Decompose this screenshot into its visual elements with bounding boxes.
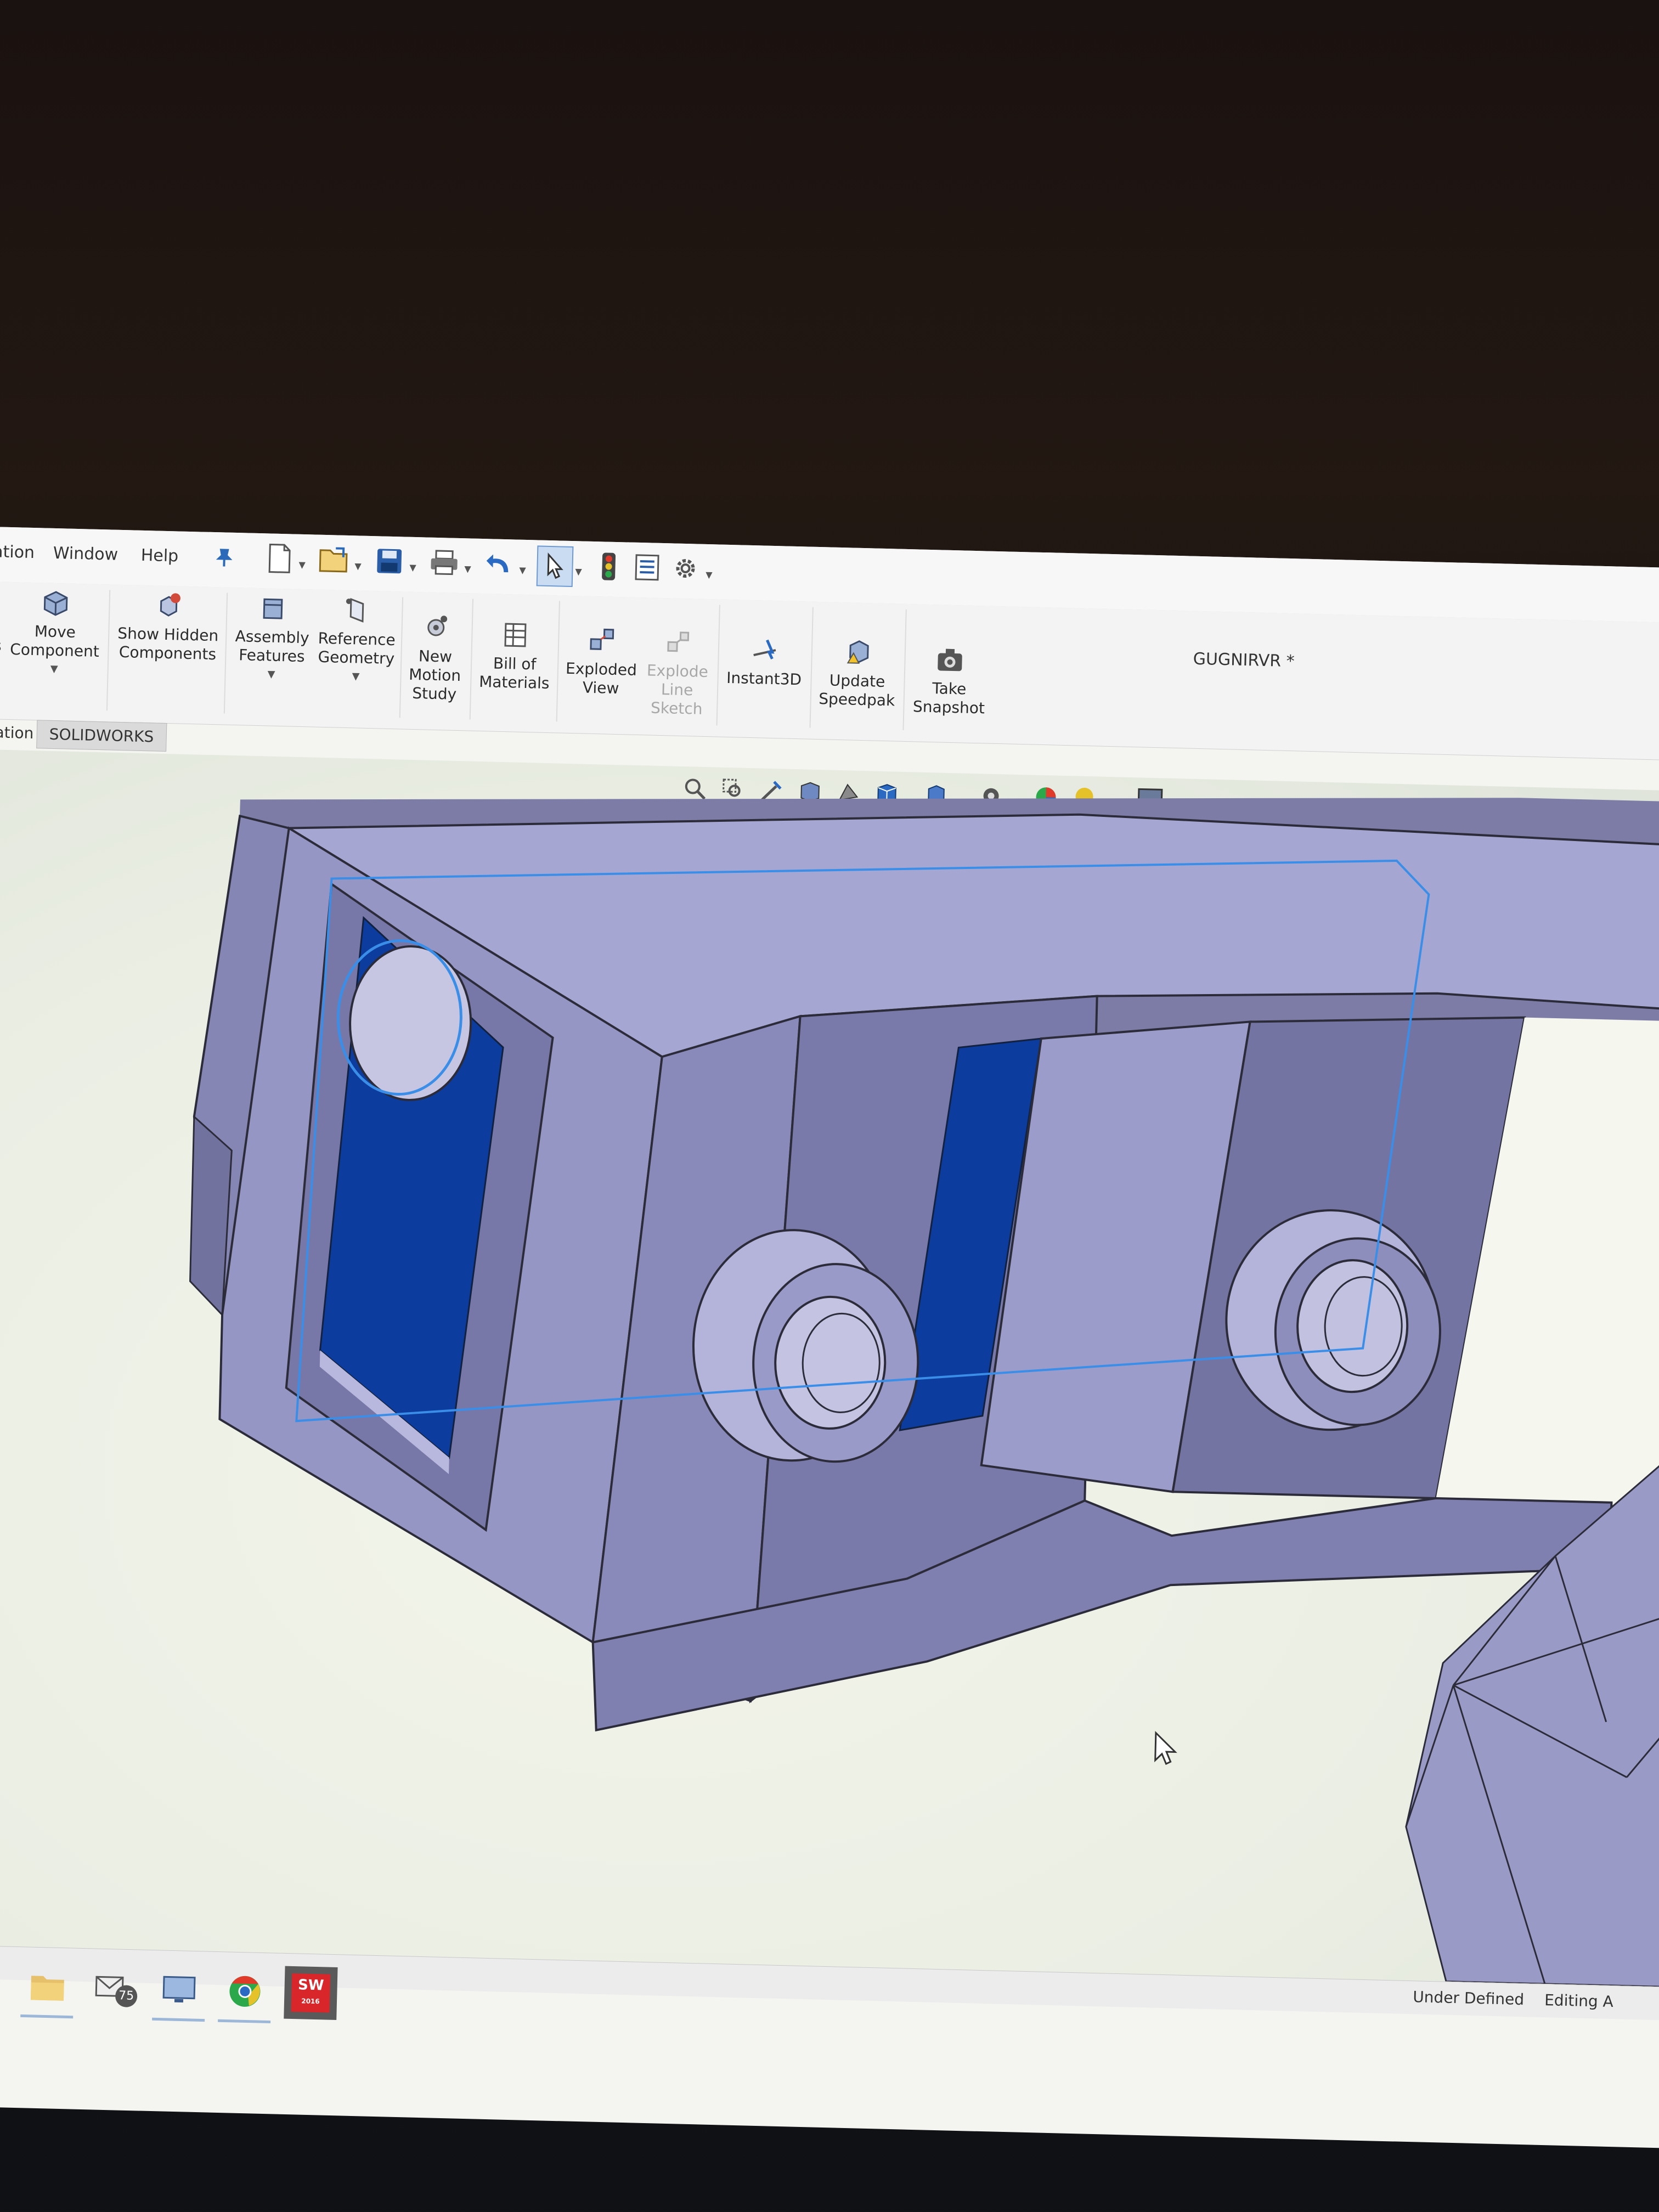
exploded-view-icon [590, 628, 614, 650]
ribbon-separator [399, 597, 404, 718]
instant3d-icon [753, 639, 776, 660]
move-component-button[interactable]: Move Component ▼ [7, 585, 103, 680]
show-hidden-components-label: Show Hidden Components [117, 624, 219, 664]
solidworks-icon[interactable]: SW 2016 [284, 1966, 338, 2020]
file-properties-icon[interactable] [630, 548, 665, 587]
move-component-label: Move Component [9, 622, 100, 661]
save-icon[interactable] [372, 541, 407, 580]
reference-geometry-icon [346, 597, 364, 623]
instant3d-button[interactable]: Instant3D [723, 633, 806, 690]
pin-icon[interactable] [213, 546, 235, 571]
monitor-screen: lation Window Help ▼ ▼ ▼ ▼ ▼ ▼ ▼ rs Move… [0, 527, 1659, 2148]
explode-line-sketch-button[interactable]: Explode Line Sketch [641, 625, 714, 719]
ribbon-button-truncated[interactable]: rs [0, 636, 3, 656]
ribbon-separator [106, 590, 111, 711]
mail-badge: 75 [115, 1985, 138, 2008]
chevron-down-icon[interactable]: ▼ [409, 562, 416, 573]
chevron-down-icon[interactable]: ▼ [519, 565, 526, 575]
ribbon-separator [556, 601, 561, 722]
bill-of-materials-button[interactable]: Bill of Materials [476, 618, 554, 693]
reference-geometry-label: Reference Geometry [318, 629, 396, 668]
exploded-view-button[interactable]: Exploded View [562, 623, 641, 698]
status-definition: Under Defined [1412, 1988, 1525, 2009]
menu-help[interactable]: Help [140, 546, 178, 566]
mail-icon[interactable]: 75 [86, 1961, 140, 2015]
bill-of-materials-label: Bill of Materials [478, 654, 550, 693]
options-gear-icon[interactable] [668, 549, 703, 588]
chevron-down-icon[interactable]: ▼ [706, 569, 713, 580]
chevron-down-icon[interactable]: ▼ [7, 659, 101, 680]
take-snapshot-label: Take Snapshot [912, 679, 985, 718]
update-speedpak-button[interactable]: Update Speedpak [815, 635, 899, 710]
show-hidden-icon [160, 593, 180, 617]
update-speedpak-label: Update Speedpak [818, 671, 895, 710]
explode-line-sketch-icon [667, 631, 690, 652]
file-explorer-icon[interactable] [20, 1960, 74, 2013]
menu-simulation[interactable]: lation [0, 542, 35, 562]
ribbon-separator [716, 605, 720, 726]
select-pointer-icon[interactable] [536, 545, 574, 588]
chevron-down-icon[interactable]: ▼ [464, 563, 471, 574]
assembly-features-label: Assembly Features [235, 627, 310, 666]
photo-scene: lation Window Help ▼ ▼ ▼ ▼ ▼ ▼ ▼ rs Move… [0, 0, 1659, 2212]
ribbon-separator [469, 599, 474, 720]
open-folder-icon[interactable] [317, 540, 352, 579]
new-motion-study-button[interactable]: New Motion Study [404, 611, 466, 704]
exploded-view-label: Exploded View [565, 659, 637, 698]
quick-access-toolbar: ▼ ▼ ▼ ▼ ▼ ▼ ▼ [262, 539, 713, 588]
new-motion-study-label: New Motion Study [408, 647, 461, 703]
assembly-features-button[interactable]: Assembly Features ▼ [230, 591, 314, 685]
instant3d-label: Instant3D [726, 668, 802, 689]
chevron-down-icon[interactable]: ▼ [314, 667, 397, 687]
assembly-features-icon [263, 598, 283, 619]
update-speedpak-icon [847, 640, 869, 664]
tab-solidworks-mbd[interactable]: SOLIDWORKS MBD [36, 720, 167, 771]
undo-icon[interactable] [482, 544, 517, 583]
explode-line-sketch-label: Explode Line Sketch [646, 661, 709, 718]
bill-of-materials-icon [504, 623, 527, 647]
motion-study-icon [427, 616, 448, 636]
monitor-icon[interactable] [152, 1963, 206, 2017]
solidworks-icon-label: SW [297, 1977, 324, 1994]
rebuild-traffic-light-icon[interactable] [591, 547, 627, 586]
chevron-down-icon[interactable]: ▼ [575, 566, 582, 577]
chevron-down-icon[interactable]: ▼ [354, 561, 362, 571]
document-title: GUGNIRVR * [1193, 649, 1295, 672]
ribbon-separator [809, 607, 814, 728]
status-editing: Editing A [1544, 1991, 1614, 2011]
chevron-down-icon[interactable]: ▼ [230, 664, 313, 685]
chrome-icon[interactable] [218, 1965, 272, 2018]
ribbon-separator [902, 609, 907, 730]
camera-icon [938, 648, 962, 672]
print-icon[interactable] [427, 543, 462, 582]
move-component-icon [43, 591, 68, 616]
show-hidden-components-button[interactable]: Show Hidden Components [115, 588, 221, 664]
reference-geometry-button[interactable]: Reference Geometry ▼ [314, 593, 399, 687]
solidworks-icon-year: 2016 [301, 1997, 320, 2006]
new-document-icon[interactable] [262, 539, 297, 578]
menu-window[interactable]: Window [53, 544, 118, 565]
graphics-viewport[interactable] [0, 749, 1659, 1987]
ribbon-separator [223, 592, 228, 714]
take-snapshot-button[interactable]: Take Snapshot [907, 642, 991, 718]
assembly-3d-model[interactable] [0, 749, 1659, 1987]
chevron-down-icon[interactable]: ▼ [298, 560, 306, 570]
